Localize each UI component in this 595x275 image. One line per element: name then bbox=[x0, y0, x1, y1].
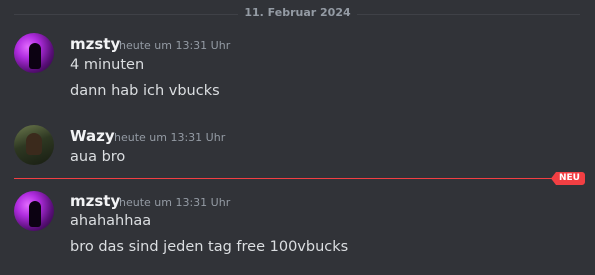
date-divider: 11. Februar 2024 bbox=[0, 6, 595, 19]
message-text: ahahahhaa bbox=[70, 213, 152, 229]
new-messages-divider bbox=[14, 178, 554, 179]
avatar-wazy[interactable] bbox=[14, 125, 54, 165]
avatar-figure bbox=[26, 133, 42, 155]
message-timestamp[interactable]: heute um 13:31 Uhr bbox=[114, 131, 225, 144]
avatar-mzsty[interactable] bbox=[14, 33, 54, 73]
message-timestamp[interactable]: heute um 13:31 Uhr bbox=[119, 39, 230, 52]
new-messages-badge: NEU bbox=[551, 172, 585, 185]
message-author[interactable]: mzsty bbox=[70, 192, 120, 210]
message-text: 4 minuten bbox=[70, 57, 145, 73]
message-author[interactable]: mzsty bbox=[70, 35, 120, 53]
message-text: bro das sind jeden tag free 100vbucks bbox=[70, 239, 349, 255]
message-text: dann hab ich vbucks bbox=[70, 83, 220, 99]
date-divider-label: 11. Februar 2024 bbox=[238, 6, 357, 19]
avatar-figure bbox=[29, 43, 41, 69]
message-text: aua bro bbox=[70, 149, 126, 165]
avatar-figure bbox=[29, 201, 41, 227]
message-author[interactable]: Wazy bbox=[70, 127, 115, 145]
avatar-mzsty[interactable] bbox=[14, 191, 54, 231]
message-timestamp[interactable]: heute um 13:31 Uhr bbox=[119, 196, 230, 209]
